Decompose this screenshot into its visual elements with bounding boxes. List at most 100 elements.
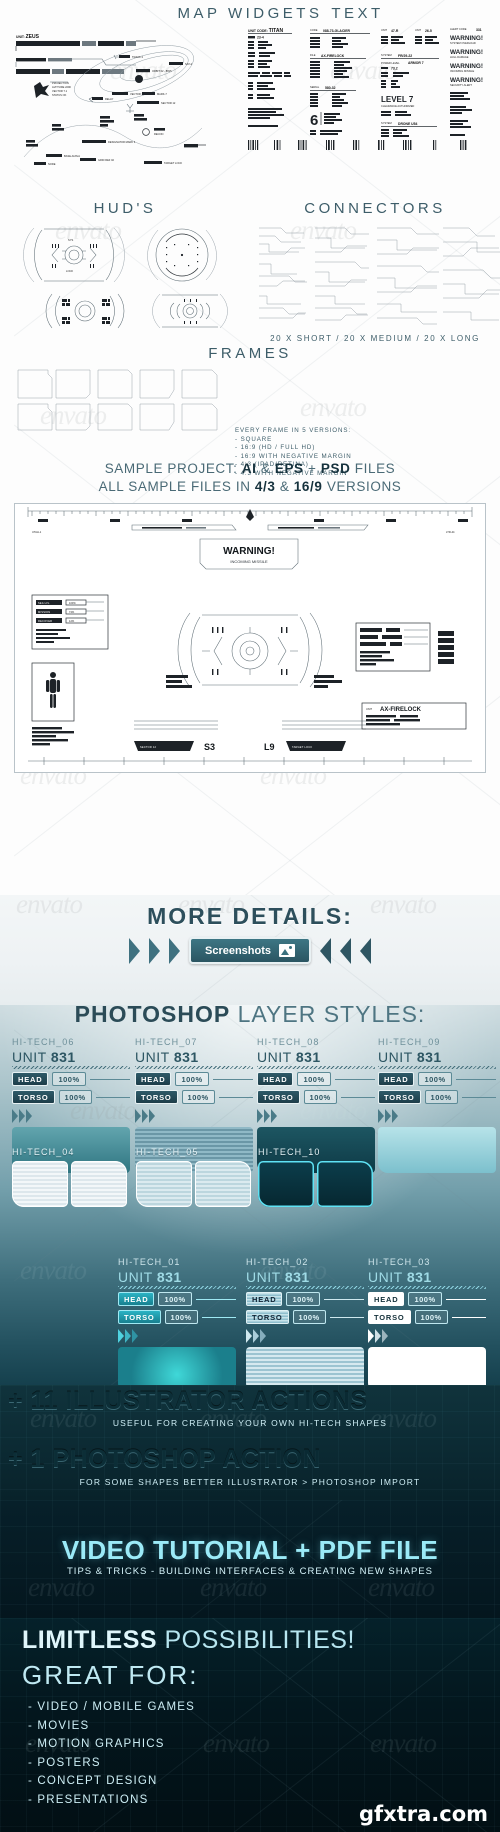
arrow-icon [19,1109,25,1123]
svg-text:SECTOR 12: SECTOR 12 [161,101,176,105]
svg-text:SYSTEM: SYSTEM [381,53,392,57]
torso-pill: TORSO [378,1090,421,1104]
svg-text:AX-FIRELOCK: AX-FIRELOCK [321,54,345,58]
great-for-list: - VIDEO / MOBILE GAMES - MOVIES - MOTION… [28,1698,195,1809]
svg-text:STATUS OK: STATUS OK [52,93,67,97]
arrow-icon [257,1109,263,1123]
connector-line [461,1096,496,1098]
connector-line [329,1316,364,1318]
style-swatch-hitech05[interactable]: HI-TECH_05 [136,1147,251,1207]
svg-text:SYS: SYS [68,238,73,242]
svg-text:FILE: FILE [310,53,316,57]
svg-text:VECTOR 7.1: VECTOR 7.1 [52,89,68,93]
style-swatch-hitech04[interactable]: HI-TECH_04 [12,1147,127,1207]
svg-text:MISSION: MISSION [38,610,50,614]
style-preview-shape [378,1127,496,1173]
svg-text:SERIAL: SERIAL [310,85,320,89]
chevron-left-icon [360,937,372,964]
list-item: - MOVIES [28,1719,90,1732]
connector-line [334,1078,375,1080]
sample-project-artboard: UTAH-1 LTR-44 WARNING! INCOMING MISSILE [14,503,486,773]
unit-readout: UNIT 831 [378,1049,442,1065]
screenshots-button[interactable]: Screenshots [188,937,312,964]
connector-line [212,1078,253,1080]
tag-right: L9 [264,742,275,752]
style-swatch-hitech10[interactable]: HI-TECH_10 [258,1147,373,1207]
hatch-divider [12,1066,130,1069]
torso-percent: 100% [414,1310,448,1324]
connector-line [195,1298,236,1300]
svg-text:LOCK: LOCK [66,269,73,273]
more-details-row: Screenshots [0,937,500,964]
arrow-group [368,1329,486,1343]
style-name: HI-TECH_05 [136,1147,199,1157]
video-band: envato envato envato VIDEO TUTORIAL + PD… [0,1500,500,1618]
svg-text:26-5: 26-5 [425,29,432,33]
head-pill: HEAD [257,1072,294,1086]
svg-text:47-R: 47-R [391,29,399,33]
connector-line [201,1316,236,1318]
connector-line [445,1298,486,1300]
image-icon [279,944,296,957]
arrow-icon [382,1329,388,1343]
arrow-group [378,1109,496,1123]
svg-text:NODE: NODE [48,162,56,166]
head-percent: 100% [52,1072,86,1086]
connector-line [455,1078,496,1080]
svg-text:ARMOR 7: ARMOR 7 [408,61,424,65]
svg-text:74%: 74% [69,610,75,614]
arrow-icon [378,1109,384,1123]
light-section: envato envato envato envato envato envat… [0,0,500,895]
folder-pair [136,1161,251,1207]
svg-text:SECTOR 12: SECTOR 12 [140,745,157,749]
head-row: HEAD 100% [368,1292,486,1306]
svg-text:12%: 12% [69,619,75,623]
svg-text:WARNING!: WARNING! [450,77,483,84]
chevron-right-icon [148,937,160,964]
arrow-icon [118,1329,124,1343]
svg-text:SYSTEM OVERLOAD: SYSTEM OVERLOAD [450,41,476,45]
svg-text:RELAY: RELAY [105,97,114,101]
head-row: HEAD 100% [246,1292,364,1306]
limitless-band: envato envato envato LIMITLESS POSSIBILI… [0,1618,500,1832]
product-preview-page: envato envato envato envato envato envat… [0,0,500,1832]
arrow-icon [26,1109,32,1123]
svg-text:TARGET LOCK: TARGET LOCK [164,161,182,165]
torso-row: TORSO 100% [135,1090,253,1104]
svg-text:WARNING!: WARNING! [450,63,483,70]
hatch-divider [378,1066,496,1069]
great-for-heading: GREAT FOR: [22,1660,199,1690]
torso-row: TORSO 100% [12,1090,130,1104]
sample-project-heading: SAMPLE PROJECT: AI & EPS + PSD FILES ALL… [98,461,402,494]
arrow-icon [392,1109,398,1123]
torso-percent: 100% [424,1090,458,1104]
arrow-icon [132,1329,138,1343]
connectors-artwork [259,227,500,325]
style-swatch-hitech03[interactable]: HI-TECH_03 UNIT 831 HEAD 100% TORSO 100% [368,1257,486,1393]
limitless-title: LIMITLESS POSSIBILITIES! [22,1626,355,1655]
sample-warning-text: WARNING! [223,546,275,557]
actions-band: envato envato envato + 11 ILLUSTRATOR AC… [0,1385,500,1500]
warning-label: WARNING! [450,35,483,42]
style-name: HI-TECH_02 [246,1257,309,1267]
style-swatch-hitech01[interactable]: HI-TECH_01 UNIT 831 HEAD 100% TORSO 100% [118,1257,236,1393]
head-percent: 100% [286,1292,320,1306]
style-swatch-hitech02[interactable]: HI-TECH_02 UNIT 831 HEAD 100% TORSO 100% [246,1257,364,1393]
svg-text:ORBIT 02 - 8815: ORBIT 02 - 8815 [152,69,172,73]
svg-text:CODE: CODE [310,28,318,32]
hatch-divider [257,1066,375,1069]
arrow-icon [368,1329,374,1343]
map-widgets-artwork: UNIT: ZEUS PROJECTIONALTITUDE 2290 VECTO… [15,34,206,166]
svg-text:DRONE U54: DRONE U54 [398,122,418,126]
arrow-icon [271,1109,277,1123]
layer-styles-title-thin: LAYER STYLES: [230,1001,426,1027]
sample-43: 4/3 [254,479,276,494]
style-swatch-hitech09[interactable]: HI-TECH_09 UNIT 831 HEAD 100% TORSO 100% [378,1037,496,1173]
arrow-group [118,1329,236,1343]
svg-text:100%: 100% [69,601,76,605]
svg-text:SYSTEM: SYSTEM [381,121,392,125]
unit-readout: UNIT 831 [257,1049,321,1065]
style-name: HI-TECH_07 [135,1037,198,1047]
head-percent: 100% [175,1072,209,1086]
connector-line [340,1096,375,1098]
